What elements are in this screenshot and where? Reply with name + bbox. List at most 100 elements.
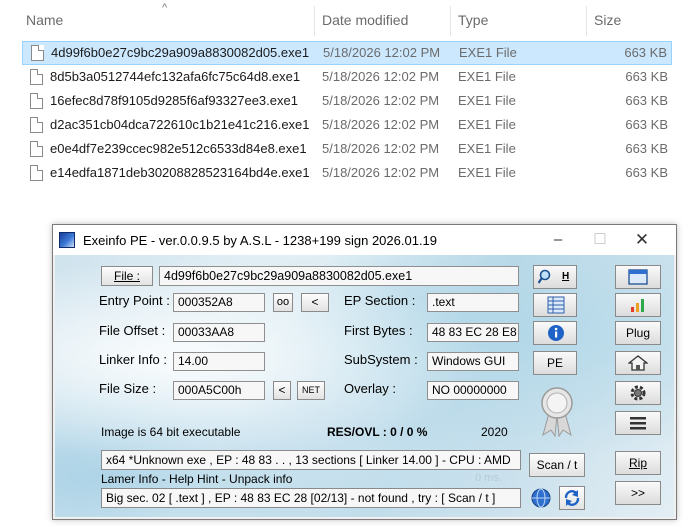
magnifier-icon bbox=[538, 269, 551, 284]
file-icon bbox=[30, 165, 43, 181]
column-header-size[interactable]: Size bbox=[586, 0, 676, 40]
subsystem-label: SubSystem : bbox=[344, 352, 418, 367]
column-header-type[interactable]: Type bbox=[450, 0, 580, 40]
year-text: 2020 bbox=[481, 425, 508, 439]
column-header-size-label: Size bbox=[594, 12, 622, 28]
file-name: 4d99f6b0e27c9bc29a909a8830082d05.exe1 bbox=[51, 45, 310, 60]
file-size: 663 KB bbox=[625, 141, 668, 156]
ep-section-field[interactable]: .text bbox=[427, 293, 519, 312]
file-open-button[interactable]: File : bbox=[101, 266, 153, 286]
title-bar[interactable]: Exeinfo PE - ver.0.0.9.5 by A.S.L - 1238… bbox=[53, 225, 676, 255]
file-offset-label: File Offset : bbox=[99, 323, 166, 338]
file-icon bbox=[30, 117, 43, 133]
exeinfo-client-area: File : 4d99f6b0e27c9bc29a909a8830082d05.… bbox=[55, 255, 674, 517]
sections-table-icon bbox=[547, 296, 565, 314]
file-type: EXE1 File bbox=[458, 93, 516, 108]
file-name: 16efec8d78f9105d9285f6af93327ee3.exe1 bbox=[50, 93, 298, 108]
settings-button[interactable] bbox=[615, 381, 661, 405]
file-type: EXE1 File bbox=[458, 165, 516, 180]
linker-info-field[interactable]: 14.00 bbox=[173, 352, 265, 371]
ribbon-medal-icon bbox=[541, 387, 573, 437]
hint-field[interactable]: Big sec. 02 [ .text ] , EP : 48 83 EC 28… bbox=[101, 488, 521, 508]
info-button[interactable] bbox=[533, 321, 577, 345]
maximize-button[interactable]: ☐ bbox=[585, 229, 615, 251]
menu-list-button[interactable] bbox=[615, 411, 661, 435]
file-type: EXE1 File bbox=[458, 69, 516, 84]
home-button[interactable] bbox=[615, 351, 661, 375]
overlay-label: Overlay : bbox=[344, 381, 397, 396]
res-ovl-text: RES/OVL : 0 / 0 % bbox=[327, 425, 428, 439]
column-header-date[interactable]: Date modified bbox=[314, 0, 444, 40]
file-date: 5/18/2026 12:02 PM bbox=[322, 69, 440, 84]
linker-info-label: Linker Info : bbox=[99, 352, 167, 367]
file-icon bbox=[30, 69, 43, 85]
window-title: Exeinfo PE - ver.0.0.9.5 by A.S.L - 1238… bbox=[83, 233, 438, 248]
gear-icon bbox=[630, 385, 646, 401]
file-date: 5/18/2026 12:02 PM bbox=[323, 45, 441, 60]
overlay-field[interactable]: NO 00000000 bbox=[427, 381, 519, 400]
file-row[interactable]: e14edfa1871deb30208828523164bd4e.exe1 5/… bbox=[22, 162, 672, 186]
file-row[interactable]: e0e4df7e239ccec982e512c6533d84e8.exe1 5/… bbox=[22, 138, 672, 162]
file-size-label: File Size : bbox=[99, 381, 157, 396]
image-bitness-text: Image is 64 bit executable bbox=[101, 425, 241, 439]
column-header-date-label: Date modified bbox=[322, 12, 409, 28]
first-bytes-field[interactable]: 48 83 EC 28 E8 bbox=[427, 323, 519, 342]
file-row[interactable]: d2ac351cb04dca722610c1b21e41c216.exe1 5/… bbox=[22, 114, 672, 138]
file-type: EXE1 File bbox=[458, 141, 516, 156]
web-button[interactable] bbox=[529, 486, 553, 510]
file-name: e14edfa1871deb30208828523164bd4e.exe1 bbox=[50, 165, 310, 180]
file-size: 663 KB bbox=[624, 45, 667, 60]
refresh-button[interactable] bbox=[559, 486, 585, 510]
pe-header-button[interactable]: PE bbox=[533, 351, 577, 375]
file-row[interactable]: 8d5b3a0512744efc132afa6fc75c64d8.exe1 5/… bbox=[22, 66, 672, 90]
file-name: d2ac351cb04dca722610c1b21e41c216.exe1 bbox=[50, 117, 310, 132]
file-icon bbox=[30, 141, 43, 157]
scan-timing-text: 0 ms. bbox=[475, 472, 502, 484]
hex-search-label: H bbox=[562, 271, 570, 282]
net-button[interactable]: NET bbox=[297, 381, 325, 400]
file-date: 5/18/2026 12:02 PM bbox=[322, 117, 440, 132]
hex-search-button[interactable]: H bbox=[533, 265, 577, 289]
file-date: 5/18/2026 12:02 PM bbox=[322, 141, 440, 156]
close-button[interactable]: ✕ bbox=[627, 229, 657, 251]
file-icon bbox=[31, 45, 44, 61]
statistics-button[interactable] bbox=[615, 293, 661, 317]
entry-point-label: Entry Point : bbox=[99, 293, 170, 308]
file-size-field[interactable]: 000A5C00h bbox=[173, 381, 265, 400]
file-size: 663 KB bbox=[625, 117, 668, 132]
bar-chart-icon bbox=[631, 299, 644, 312]
entry-point-field[interactable]: 000352A8 bbox=[173, 293, 265, 312]
column-header-type-label: Type bbox=[458, 12, 489, 28]
lamer-info-link[interactable]: Lamer Info - Help Hint - Unpack info bbox=[101, 472, 292, 486]
globe-icon bbox=[531, 488, 551, 508]
refresh-icon bbox=[564, 490, 580, 506]
file-size: 663 KB bbox=[625, 165, 668, 180]
file-size-arrow-button[interactable]: < bbox=[273, 381, 291, 400]
next-button[interactable]: >> bbox=[615, 481, 661, 505]
options-window-button[interactable] bbox=[615, 265, 661, 289]
house-icon bbox=[628, 355, 648, 371]
plugins-button[interactable]: Plug bbox=[615, 321, 661, 345]
file-path-field[interactable]: 4d99f6b0e27c9bc29a909a8830082d05.exe1 bbox=[159, 266, 519, 286]
exeinfo-window: Exeinfo PE - ver.0.0.9.5 by A.S.L - 1238… bbox=[52, 224, 677, 520]
sections-viewer-button[interactable] bbox=[533, 293, 577, 317]
file-explorer-list: Name ^ Date modified Type Size 4d99f6b0e… bbox=[0, 0, 684, 190]
rip-button[interactable]: Rip bbox=[615, 451, 661, 475]
subsystem-field[interactable]: Windows GUI bbox=[427, 352, 519, 371]
entry-point-arrow-button[interactable]: < bbox=[301, 293, 329, 312]
minimize-button[interactable]: – bbox=[543, 229, 573, 251]
ep-section-label: EP Section : bbox=[344, 293, 416, 308]
menu-lines-icon bbox=[630, 417, 646, 430]
detection-result-field[interactable]: x64 *Unknown exe , EP : 48 83 . . , 13 s… bbox=[101, 450, 521, 470]
file-date: 5/18/2026 12:02 PM bbox=[322, 165, 440, 180]
file-size: 663 KB bbox=[625, 93, 668, 108]
file-row[interactable]: 4d99f6b0e27c9bc29a909a8830082d05.exe1 5/… bbox=[22, 41, 672, 65]
file-row[interactable]: 16efec8d78f9105d9285f6af93327ee3.exe1 5/… bbox=[22, 90, 672, 114]
scan-button[interactable]: Scan / t bbox=[529, 453, 585, 477]
file-offset-field[interactable]: 00033AA8 bbox=[173, 323, 265, 342]
exeinfo-app-icon bbox=[59, 232, 75, 248]
column-header-name-label: Name bbox=[26, 12, 64, 28]
oo-button[interactable]: oo bbox=[273, 293, 293, 312]
sort-ascending-icon: ^ bbox=[162, 2, 168, 14]
file-type: EXE1 File bbox=[458, 117, 516, 132]
